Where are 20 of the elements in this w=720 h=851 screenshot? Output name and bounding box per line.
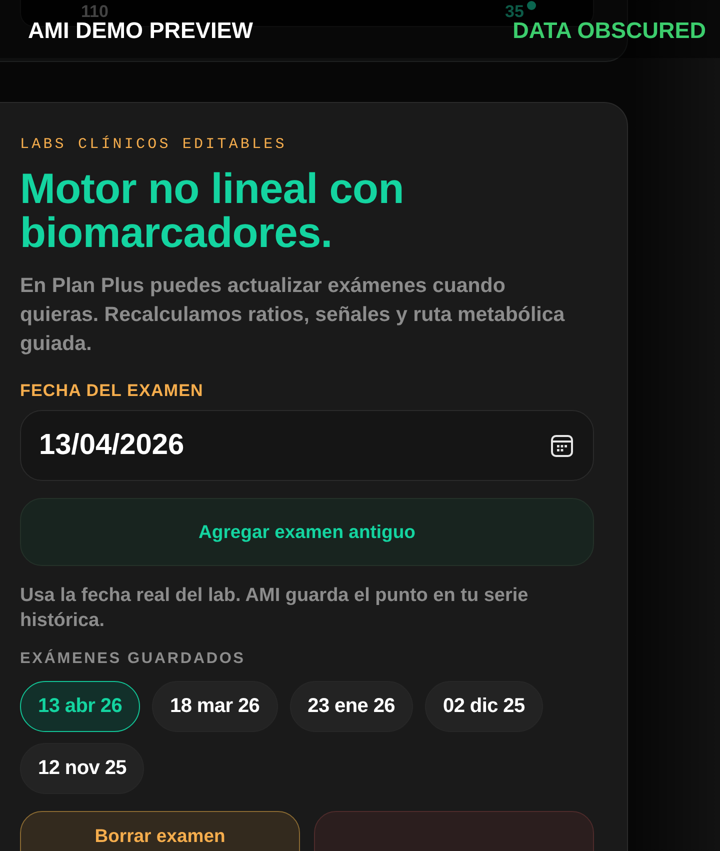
- calendar-icon[interactable]: [551, 434, 573, 456]
- exam-date-chip[interactable]: 12 nov 25: [20, 743, 144, 794]
- banner-status: DATA OBSCURED: [512, 18, 706, 44]
- date-field[interactable]: 13/04/2026: [20, 410, 594, 481]
- metric-value: 35: [505, 3, 524, 21]
- delete-exam-button[interactable]: Borrar examen: [20, 811, 300, 851]
- hint-text: Usa la fecha real del lab. AMI guarda el punto en tu serie histórica.: [20, 584, 530, 633]
- add-exam-button[interactable]: Agregar examen antiguo: [20, 498, 594, 566]
- card-description: En Plan Plus puedes actualizar exámenes cuando quieras. Recalculamos ratios, señales y ruta metabólica guiada.: [20, 273, 566, 357]
- exam-date-chip[interactable]: 13 abr 26: [20, 681, 140, 732]
- metric-value: 110: [81, 3, 108, 21]
- status-dot-icon: [527, 1, 536, 10]
- saved-exams-label: EXÁMENES GUARDADOS: [20, 650, 246, 668]
- card-title: Motor no lineal con biomarcadores.: [20, 168, 405, 256]
- date-label: FECHA DEL EXAMEN: [20, 382, 204, 400]
- exam-date-chip[interactable]: 18 mar 26: [152, 681, 278, 732]
- banner-title: AMI DEMO PREVIEW: [28, 18, 254, 44]
- section-eyebrow: LABS CLÍNICOS EDITABLES: [20, 137, 288, 153]
- exam-date-chip[interactable]: 02 dic 25: [425, 681, 543, 732]
- exam-date-chip[interactable]: 23 ene 26: [290, 681, 414, 732]
